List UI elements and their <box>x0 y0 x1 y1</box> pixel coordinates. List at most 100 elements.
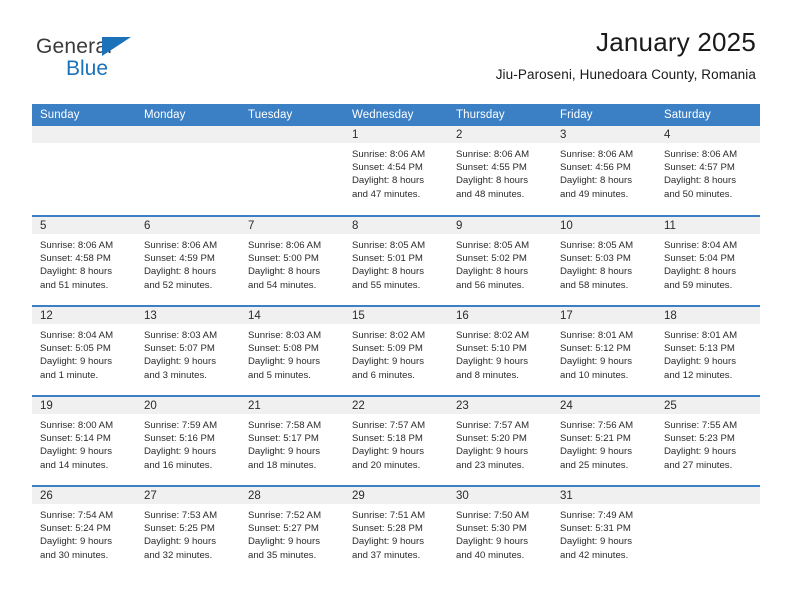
calendar-day-cell[interactable]: 19 Sunrise: 8:00 AM Sunset: 5:14 PM Dayligh… <box>32 395 136 486</box>
calendar-day-cell[interactable]: 14 Sunrise: 8:03 AM Sunset: 5:08 PM Dayligh… <box>240 305 344 396</box>
calendar-day-cell[interactable]: 15 Sunrise: 8:02 AM Sunset: 5:09 PM Dayligh… <box>344 305 448 396</box>
calendar-day-cell[interactable]: 3 Sunrise: 8:06 AM Sunset: 4:56 PM Daylight… <box>552 126 656 216</box>
day-sunrise-text: Sunrise: 8:06 AM <box>560 149 634 160</box>
calendar-day-cell[interactable]: 23 Sunrise: 7:57 AM Sunset: 5:20 PM Dayligh… <box>448 395 552 486</box>
calendar-day-cell[interactable]: 6 Sunrise: 8:06 AM Sunset: 4:59 PM Daylight… <box>136 215 240 306</box>
day-number: 4 <box>656 126 760 143</box>
day-daylight-line1-text: Daylight: 8 hours <box>352 266 424 278</box>
calendar-day-cell[interactable]: 30 Sunrise: 7:50 AM Sunset: 5:30 PM Dayligh… <box>448 485 552 576</box>
day-sunrise-text: Sunrise: 8:06 AM <box>248 240 322 251</box>
day-number: 1 <box>344 126 448 143</box>
calendar-day-cell[interactable]: 4 Sunrise: 8:06 AM Sunset: 4:57 PM Daylight… <box>656 126 760 216</box>
calendar-week-row: 12 Sunrise: 8:04 AM Sunset: 5:05 PM Dayligh… <box>32 305 760 396</box>
day-daylight-line1-text: Daylight: 9 hours <box>560 446 632 458</box>
day-daylight-line2-text: and 54 minutes. <box>248 279 317 291</box>
day-details: Sunrise: 7:57 AM Sunset: 5:18 PM Daylight:… <box>344 414 448 472</box>
calendar-day-cell[interactable]: 7 Sunrise: 8:06 AM Sunset: 5:00 PM Daylight… <box>240 215 344 306</box>
calendar-day-cell[interactable]: 22 Sunrise: 7:57 AM Sunset: 5:18 PM Dayligh… <box>344 395 448 486</box>
day-sunrise-text: Sunrise: 7:51 AM <box>352 510 426 521</box>
weekday-header-sunday: Sunday <box>32 104 136 126</box>
day-daylight-line2-text: and 30 minutes. <box>40 549 109 561</box>
day-number: 26 <box>32 487 136 504</box>
day-daylight-line2-text: and 27 minutes. <box>664 459 733 471</box>
day-sunset-text: Sunset: 5:02 PM <box>456 253 527 265</box>
calendar-day-cell[interactable]: 1 Sunrise: 8:06 AM Sunset: 4:54 PM Daylight… <box>344 126 448 216</box>
day-daylight-line2-text: and 32 minutes. <box>144 549 213 561</box>
day-details: Sunrise: 8:04 AM Sunset: 5:04 PM Daylight:… <box>656 234 760 292</box>
calendar-day-cell[interactable]: 12 Sunrise: 8:04 AM Sunset: 5:05 PM Dayligh… <box>32 305 136 396</box>
day-number: 6 <box>136 217 240 234</box>
calendar-day-cell[interactable]: 18 Sunrise: 8:01 AM Sunset: 5:13 PM Dayligh… <box>656 305 760 396</box>
day-number: 22 <box>344 397 448 414</box>
day-sunrise-text: Sunrise: 8:01 AM <box>664 330 738 341</box>
day-daylight-line2-text: and 6 minutes. <box>352 369 415 381</box>
day-daylight-line2-text: and 42 minutes. <box>560 549 629 561</box>
day-daylight-line2-text: and 51 minutes. <box>40 279 109 291</box>
triangle-icon <box>102 37 131 56</box>
day-details: Sunrise: 7:52 AM Sunset: 5:27 PM Daylight:… <box>240 504 344 562</box>
calendar-day-cell[interactable]: 16 Sunrise: 8:02 AM Sunset: 5:10 PM Dayligh… <box>448 305 552 396</box>
day-daylight-line1-text: Daylight: 9 hours <box>144 356 216 368</box>
day-sunrise-text: Sunrise: 8:06 AM <box>144 240 218 251</box>
calendar-day-cell[interactable]: 25 Sunrise: 7:55 AM Sunset: 5:23 PM Dayligh… <box>656 395 760 486</box>
calendar-day-cell[interactable]: 9 Sunrise: 8:05 AM Sunset: 5:02 PM Daylight… <box>448 215 552 306</box>
day-number: 19 <box>32 397 136 414</box>
day-daylight-line1-text: Daylight: 9 hours <box>144 536 216 548</box>
day-details: Sunrise: 8:04 AM Sunset: 5:05 PM Daylight:… <box>32 324 136 382</box>
day-sunrise-text: Sunrise: 7:55 AM <box>664 420 738 431</box>
calendar-day-cell[interactable]: 28 Sunrise: 7:52 AM Sunset: 5:27 PM Dayligh… <box>240 485 344 576</box>
day-daylight-line2-text: and 25 minutes. <box>560 459 629 471</box>
day-sunset-text: Sunset: 5:09 PM <box>352 343 423 355</box>
day-sunset-text: Sunset: 4:54 PM <box>352 162 423 174</box>
day-details: Sunrise: 8:06 AM Sunset: 4:57 PM Daylight:… <box>656 143 760 201</box>
day-sunset-text: Sunset: 5:08 PM <box>248 343 319 355</box>
calendar-day-cell[interactable]: 8 Sunrise: 8:05 AM Sunset: 5:01 PM Daylight… <box>344 215 448 306</box>
day-number: 8 <box>344 217 448 234</box>
calendar-day-cell[interactable]: 24 Sunrise: 7:56 AM Sunset: 5:21 PM Dayligh… <box>552 395 656 486</box>
day-details: Sunrise: 7:51 AM Sunset: 5:28 PM Daylight:… <box>344 504 448 562</box>
day-daylight-line2-text: and 8 minutes. <box>456 369 519 381</box>
calendar-week-row: 19 Sunrise: 8:00 AM Sunset: 5:14 PM Dayligh… <box>32 395 760 486</box>
day-daylight-line1-text: Daylight: 9 hours <box>560 356 632 368</box>
calendar-day-cell[interactable]: 11 Sunrise: 8:04 AM Sunset: 5:04 PM Dayligh… <box>656 215 760 306</box>
day-daylight-line2-text: and 37 minutes. <box>352 549 421 561</box>
weekday-header-friday: Friday <box>552 104 656 126</box>
calendar-day-cell[interactable]: 5 Sunrise: 8:06 AM Sunset: 4:58 PM Daylight… <box>32 215 136 306</box>
day-daylight-line1-text: Daylight: 9 hours <box>40 446 112 458</box>
day-sunrise-text: Sunrise: 7:58 AM <box>248 420 322 431</box>
day-sunset-text: Sunset: 5:31 PM <box>560 523 631 535</box>
day-daylight-line2-text: and 59 minutes. <box>664 279 733 291</box>
calendar-day-cell[interactable]: 2 Sunrise: 8:06 AM Sunset: 4:55 PM Daylight… <box>448 126 552 216</box>
day-daylight-line1-text: Daylight: 9 hours <box>456 536 528 548</box>
day-daylight-line2-text: and 18 minutes. <box>248 459 317 471</box>
day-details: Sunrise: 8:01 AM Sunset: 5:13 PM Daylight:… <box>656 324 760 382</box>
day-number: 10 <box>552 217 656 234</box>
day-sunrise-text: Sunrise: 7:54 AM <box>40 510 114 521</box>
calendar-day-cell[interactable]: 27 Sunrise: 7:53 AM Sunset: 5:25 PM Dayligh… <box>136 485 240 576</box>
day-sunset-text: Sunset: 4:56 PM <box>560 162 631 174</box>
day-daylight-line1-text: Daylight: 9 hours <box>40 536 112 548</box>
day-number: 21 <box>240 397 344 414</box>
calendar-day-cell[interactable]: 26 Sunrise: 7:54 AM Sunset: 5:24 PM Dayligh… <box>32 485 136 576</box>
calendar-day-cell[interactable]: 17 Sunrise: 8:01 AM Sunset: 5:12 PM Dayligh… <box>552 305 656 396</box>
day-number: 20 <box>136 397 240 414</box>
day-daylight-line1-text: Daylight: 9 hours <box>40 356 112 368</box>
calendar-day-cell[interactable]: 29 Sunrise: 7:51 AM Sunset: 5:28 PM Dayligh… <box>344 485 448 576</box>
day-number <box>240 126 344 143</box>
day-number: 5 <box>32 217 136 234</box>
day-daylight-line1-text: Daylight: 9 hours <box>248 536 320 548</box>
weekday-header-tuesday: Tuesday <box>240 104 344 126</box>
day-sunset-text: Sunset: 5:17 PM <box>248 433 319 445</box>
day-daylight-line1-text: Daylight: 9 hours <box>352 536 424 548</box>
calendar-day-cell[interactable]: 21 Sunrise: 7:58 AM Sunset: 5:17 PM Dayligh… <box>240 395 344 486</box>
day-daylight-line1-text: Daylight: 9 hours <box>560 536 632 548</box>
day-number: 28 <box>240 487 344 504</box>
calendar-day-cell[interactable]: 13 Sunrise: 8:03 AM Sunset: 5:07 PM Dayligh… <box>136 305 240 396</box>
day-details: Sunrise: 7:57 AM Sunset: 5:20 PM Daylight:… <box>448 414 552 472</box>
calendar-day-cell[interactable]: 10 Sunrise: 8:05 AM Sunset: 5:03 PM Dayligh… <box>552 215 656 306</box>
day-sunrise-text: Sunrise: 7:53 AM <box>144 510 218 521</box>
calendar-day-cell[interactable]: 20 Sunrise: 7:59 AM Sunset: 5:16 PM Dayligh… <box>136 395 240 486</box>
day-number: 12 <box>32 307 136 324</box>
day-daylight-line1-text: Daylight: 9 hours <box>144 446 216 458</box>
calendar-day-cell[interactable]: 31 Sunrise: 7:49 AM Sunset: 5:31 PM Dayligh… <box>552 485 656 576</box>
